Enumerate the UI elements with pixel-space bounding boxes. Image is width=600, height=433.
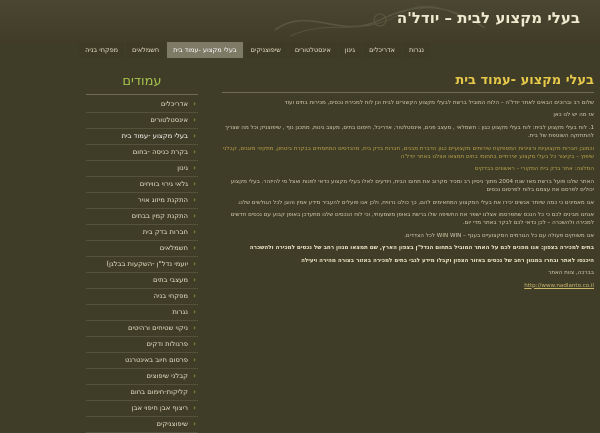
page: בעלי מקצוע לבית – יודל'ה נגרות אדריכלים גי… bbox=[0, 0, 600, 433]
content-paragraph: אנו משווקים פעולה עם כל הגורמים המקצועיי… bbox=[404, 232, 594, 239]
website-link[interactable]: http://www.nadlanto.co.il bbox=[222, 282, 594, 290]
sidebar-item[interactable]: נגרות bbox=[86, 305, 198, 321]
sidebar-item[interactable]: חשמלאים bbox=[86, 241, 198, 257]
sidebar-item[interactable]: אינסטלטורים bbox=[86, 113, 198, 129]
sidebar-item[interactable]: קליקות-חימום בחום bbox=[86, 385, 198, 401]
sidebar-item[interactable]: התקנת קמין בבתים bbox=[86, 209, 198, 225]
sidebar-item[interactable]: יועמי נדל"ן -השקעות בבלגן) bbox=[86, 257, 198, 273]
nav-item[interactable]: חשמלאים bbox=[126, 42, 166, 58]
sidebar-divider bbox=[86, 94, 198, 95]
sidebar-item[interactable]: שיפוצניקים bbox=[86, 417, 198, 433]
content-paragraph: המלצה: אתר בדק בית המקורי – ראשונים בבדק… bbox=[474, 166, 594, 173]
content-paragraph: וכמובן חברות מקצועיות ורציניות המספקות ש… bbox=[222, 145, 594, 161]
content-paragraph: בתים למכירה בצפון: אנו מפנים לכם על האתר… bbox=[249, 245, 594, 252]
title-divider bbox=[222, 92, 594, 93]
sidebar-item[interactable]: בקרת כניסה -בחום bbox=[86, 145, 198, 161]
page-title: בעלי מקצוע -עמוד בית bbox=[455, 73, 594, 88]
main-content: בעלי מקצוע -עמוד בית שלום רב וברוכים הבא… bbox=[222, 72, 594, 294]
content-paragraph: אנו מאמינים כי כמה שיותר אנשים יכירו את … bbox=[237, 199, 594, 206]
sidebar-item[interactable]: קבלני שיפוצים bbox=[86, 369, 198, 385]
sidebar-item[interactable]: ניקוי שטיחים ורהיטים bbox=[86, 321, 198, 337]
sidebar-item[interactable]: מעצבי בתים bbox=[86, 273, 198, 289]
content-paragraph: האתר שלנו פועל ברשת מאז שנת 2004 מתוך ני… bbox=[230, 178, 594, 194]
sidebar-item[interactable]: גינון bbox=[86, 161, 198, 177]
sidebar-item[interactable]: גלאי גירוי בוויחים bbox=[86, 177, 198, 193]
nav-item[interactable]: אינסטלטורים bbox=[288, 42, 337, 58]
sidebar-item[interactable]: אדריכלים bbox=[86, 97, 198, 113]
content-paragraph: אנחנו מבינים לכם כי כל הנכס שתפרסמו אצלנ… bbox=[230, 212, 594, 227]
site-title[interactable]: בעלי מקצוע לבית – יודל'ה bbox=[340, 10, 580, 27]
sidebar-item[interactable]: פרגולות ודקים bbox=[86, 337, 198, 353]
sidebar-pages-list: אדריכליםאינסטלטוריםבעלי מקצוע -עמוד ביתב… bbox=[86, 97, 198, 433]
nav-item[interactable]: אדריכלים bbox=[363, 42, 401, 58]
sidebar: עמודים אדריכליםאינסטלטוריםבעלי מקצוע -עמ… bbox=[86, 72, 198, 433]
content-paragraph: שלום רב וברוכים הבאים לאתר יודל'ה – הלוח… bbox=[284, 100, 594, 106]
sidebar-item[interactable]: מפקחי בניה bbox=[86, 289, 198, 305]
nav-item[interactable]: מפקחי בניה bbox=[79, 42, 125, 58]
content-paragraph: 1. לוח בעלי מקצוע לבית: לוח בעלי מקצוע כ… bbox=[224, 124, 594, 140]
content-paragraph: אז מה יש לנו כאן bbox=[553, 112, 594, 119]
content-paragraph: בברכה, צוות האתר bbox=[548, 270, 594, 277]
content-body: שלום רב וברוכים הבאים לאתר יודל'ה – הלוח… bbox=[222, 99, 594, 290]
content-paragraph: היכנסו לאתר ובחרו במגוון רחב של נכסים בא… bbox=[301, 257, 594, 264]
nav-item[interactable]: נגרות bbox=[403, 42, 430, 58]
nav-item[interactable]: שיפוצניקים bbox=[244, 42, 287, 58]
main-navigation: נגרות אדריכלים גינון אינסטלטורים שיפוצניקים ב… bbox=[68, 42, 430, 58]
sidebar-item[interactable]: חברות בדק בית bbox=[86, 225, 198, 241]
sidebar-item[interactable]: פרסום חיוב באינטרנט bbox=[86, 353, 198, 369]
nav-item[interactable]: בעלי מקצוע -עמוד בית bbox=[167, 42, 243, 58]
sidebar-title: עמודים bbox=[122, 74, 162, 89]
nav-item[interactable]: גינון bbox=[338, 42, 362, 58]
sidebar-item[interactable]: ריצוף אבן חיפוי אבן bbox=[86, 401, 198, 417]
sidebar-item[interactable]: התקנת מיזוג אויר bbox=[86, 193, 198, 209]
site-header: בעלי מקצוע לבית – יודל'ה bbox=[0, 0, 600, 44]
sidebar-item[interactable]: בעלי מקצוע -עמוד בית bbox=[86, 129, 198, 145]
